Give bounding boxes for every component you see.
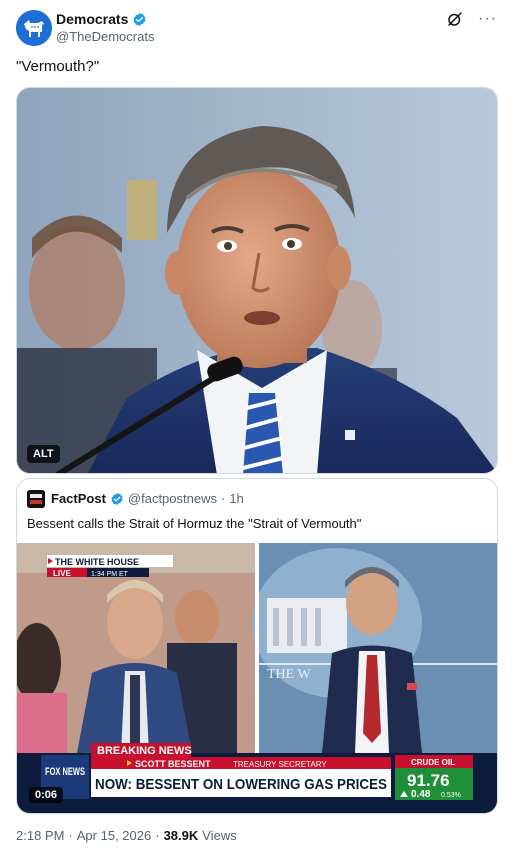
quote-display-name[interactable]: FactPost (51, 491, 106, 506)
top-actions: ··· (446, 10, 497, 28)
footer-separator: · (155, 828, 160, 843)
location-label: THE WHITE HOUSE (55, 557, 139, 567)
chyron-title: TREASURY SECRETARY (233, 760, 327, 769)
donkey-logo-icon (16, 10, 52, 46)
post-time[interactable]: 2:18 PM (16, 828, 64, 843)
factpost-logo-icon (27, 490, 45, 508)
post-card: Democrats @TheDemocrats ··· "Vermouth?" (0, 0, 515, 854)
post-date[interactable]: Apr 15, 2026 (77, 828, 151, 843)
quote-author-avatar[interactable] (27, 490, 45, 508)
quote-timestamp[interactable]: 1h (229, 491, 243, 506)
network-logo: FOX NEWS (45, 766, 85, 778)
ticker-value: 91.76 (407, 771, 450, 790)
verified-badge-icon (111, 492, 123, 505)
post-photo[interactable]: ALT (16, 87, 498, 474)
live-time: 1:34 PM ET (91, 571, 129, 578)
verified-badge-icon (133, 12, 146, 26)
quote-text: Bessent calls the Strait of Hormuz the "… (27, 516, 362, 531)
video-duration: 0:06 (29, 787, 64, 803)
author-avatar[interactable] (16, 10, 52, 46)
grok-icon[interactable] (446, 10, 464, 28)
chyron-headline: NOW: BESSENT ON LOWERING GAS PRICES (95, 776, 387, 793)
live-label: LIVE (53, 569, 71, 578)
views-count[interactable]: 38.9K (164, 828, 199, 843)
quote-separator: · (220, 491, 226, 506)
views-label: Views (202, 828, 237, 843)
quote-header: FactPost @factpostnews · 1h (51, 491, 244, 506)
tv-broadcast-frame: THE W THE WHITE HOUSE LIVE 1:34 PM ET BR… (17, 543, 497, 813)
more-options-icon[interactable]: ··· (478, 10, 497, 28)
chyron-name: SCOTT BESSENT (135, 759, 211, 769)
alt-text-button[interactable]: ALT (27, 445, 60, 463)
footer-separator: · (68, 828, 73, 843)
author-display-name[interactable]: Democrats (56, 11, 128, 27)
quote-handle[interactable]: @factpostnews (128, 491, 217, 506)
breaking-news-label: BREAKING NEWS (97, 745, 192, 757)
quoted-post[interactable]: FactPost @factpostnews · 1h Bessent call… (16, 478, 498, 814)
post-footer: 2:18 PM · Apr 15, 2026 · 38.9K Views (16, 828, 237, 843)
author-name-row: Democrats (56, 11, 147, 27)
quote-video[interactable]: THE W THE WHITE HOUSE LIVE 1:34 PM ET BR… (17, 543, 497, 813)
photo-illustration (17, 88, 497, 473)
ticker-change: 0.48 (411, 789, 431, 800)
podium-text: THE W (267, 667, 311, 682)
ticker-percent: 0.53% (441, 792, 461, 799)
post-text: "Vermouth?" (16, 58, 100, 75)
author-handle[interactable]: @TheDemocrats (56, 29, 154, 44)
ticker-label: CRUDE OIL (411, 758, 455, 767)
